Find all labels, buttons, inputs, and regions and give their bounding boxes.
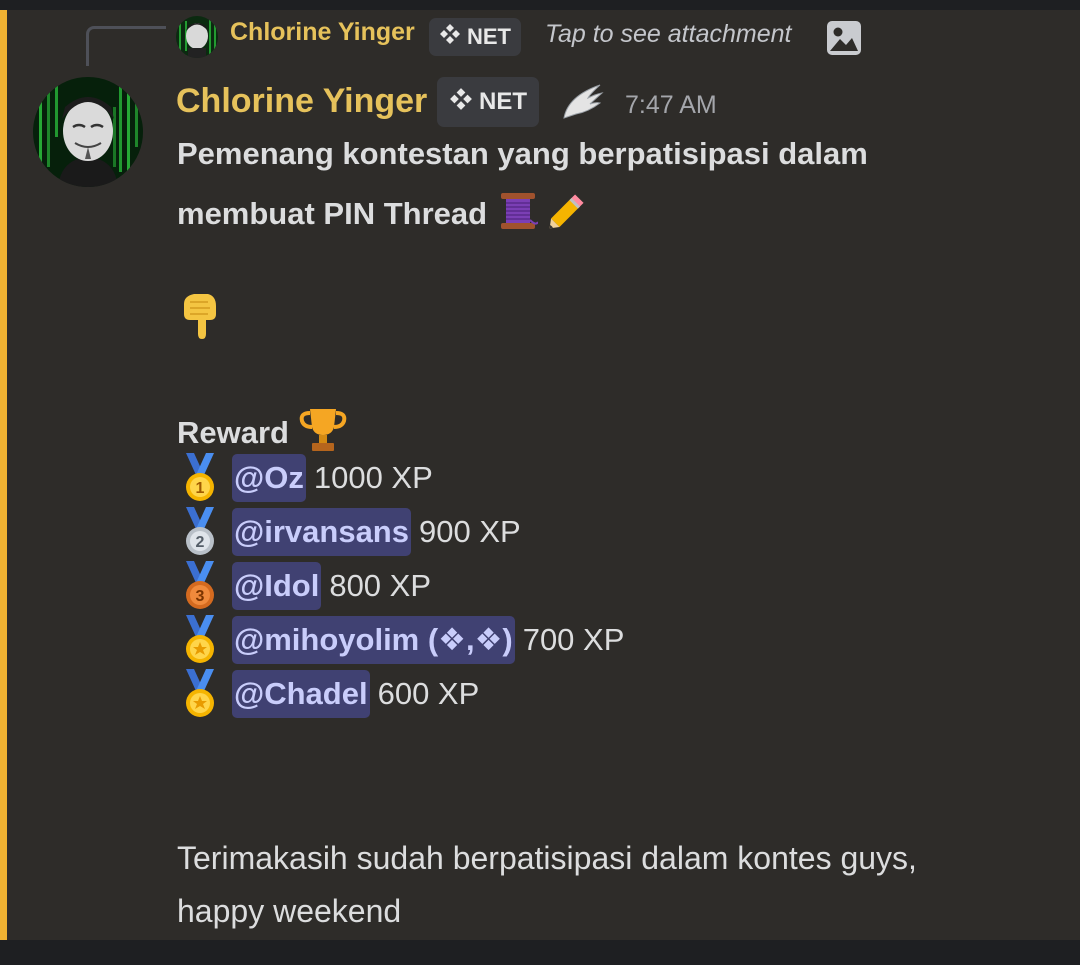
reply-author-name[interactable]: Chlorine Yinger — [230, 18, 415, 47]
svg-text:2: 2 — [196, 534, 205, 551]
highlight-accent-bar — [0, 10, 7, 940]
reply-preview-text[interactable]: Tap to see attachment — [545, 20, 791, 49]
author-name[interactable]: Chlorine Yinger — [176, 82, 427, 121]
xp-amount: 1000 XP — [313, 460, 433, 495]
first-place-medal-icon: 1 — [176, 451, 224, 505]
second-place-medal-icon: 2 — [176, 505, 224, 559]
sports-medal-icon — [176, 667, 224, 721]
sports-medal-icon — [176, 613, 224, 667]
wing-icon[interactable] — [560, 82, 606, 122]
user-mention[interactable]: @Idol — [232, 562, 322, 610]
xp-amount: 800 XP — [329, 568, 432, 603]
xp-amount: 900 XP — [418, 514, 521, 549]
reward-heading-text: Reward — [177, 415, 289, 450]
reply-avatar[interactable] — [176, 16, 218, 58]
closing-line-1: Terimakasih sudah berpatisipasi dalam ko… — [177, 840, 917, 876]
reply-server-tag[interactable]: NET — [429, 18, 521, 56]
server-tag[interactable]: NET — [437, 77, 539, 127]
author-avatar[interactable] — [33, 77, 143, 187]
reward-row-1: 1 @Oz 1000 XP — [176, 451, 433, 505]
xp-amount: 600 XP — [377, 676, 480, 711]
image-icon[interactable] — [826, 20, 862, 56]
third-place-medal-icon: 3 — [176, 559, 224, 613]
reply-connector — [86, 26, 166, 66]
message-timestamp: 7:47 AM — [625, 91, 717, 119]
svg-text:3: 3 — [196, 588, 205, 605]
message-title-line-2: membuat PIN Thread — [177, 190, 590, 238]
svg-text:1: 1 — [196, 480, 205, 497]
user-mention[interactable]: @Chadel — [232, 670, 370, 718]
bottom-edge — [0, 940, 1080, 965]
reward-row-4: @mihoyolim (❖,❖) 700 XP — [176, 613, 624, 667]
user-mention[interactable]: @Oz — [232, 454, 306, 502]
reward-row-3: 3 @Idol 800 XP — [176, 559, 431, 613]
diamond-tag-icon — [439, 23, 461, 51]
pencil-icon — [546, 190, 590, 238]
diamond-tag-icon — [449, 87, 473, 118]
reward-row-5: @Chadel 600 XP — [176, 667, 479, 721]
pointing-down-icon — [178, 292, 222, 345]
user-mention[interactable]: @irvansans — [232, 508, 411, 556]
user-mention[interactable]: @mihoyolim (❖,❖) — [232, 616, 515, 664]
reward-row-2: 2 @irvansans 900 XP — [176, 505, 521, 559]
message-title-line-1: Pemenang kontestan yang berpatisipasi da… — [177, 136, 868, 171]
thread-spool-icon — [498, 192, 539, 238]
message-title-text: membuat PIN Thread — [177, 196, 488, 231]
xp-amount: 700 XP — [522, 622, 625, 657]
reply-tag-label: NET — [467, 24, 511, 49]
closing-line-2: happy weekend — [177, 893, 402, 929]
server-tag-label: NET — [479, 88, 527, 115]
